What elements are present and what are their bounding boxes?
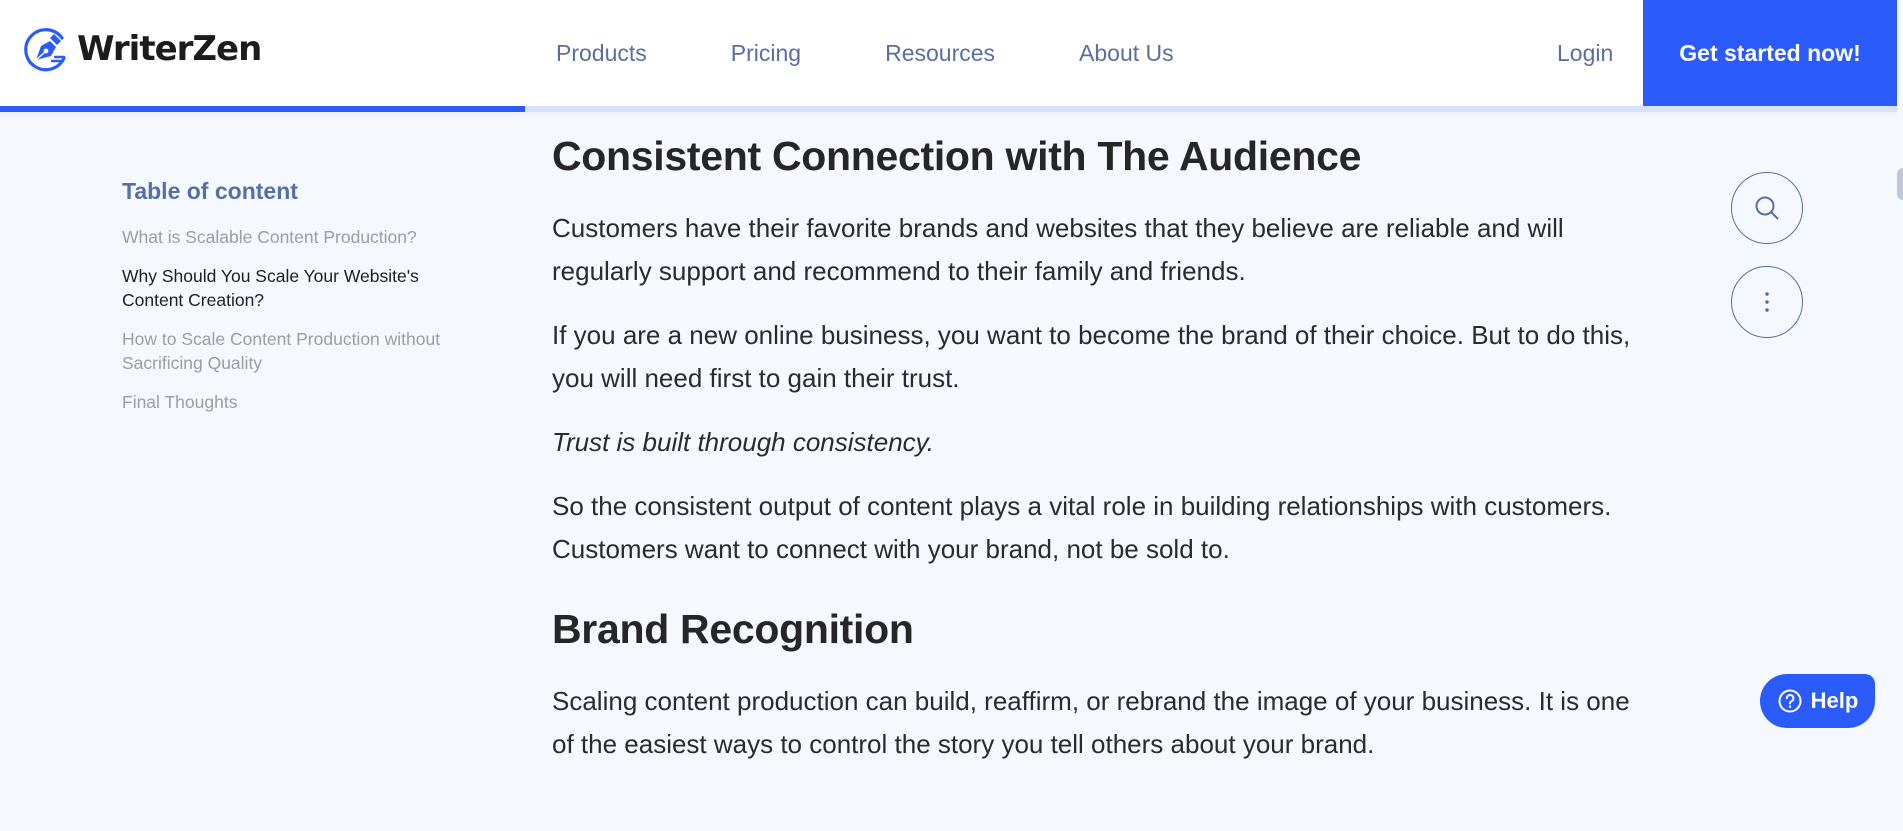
search-button[interactable] bbox=[1731, 172, 1803, 244]
help-label: Help bbox=[1810, 688, 1859, 713]
main-nav: Products Pricing Resources About Us bbox=[556, 0, 1258, 106]
toc-item[interactable]: What is Scalable Content Production? bbox=[122, 225, 472, 249]
brand-name: WriterZen bbox=[77, 29, 262, 69]
toc-item-active[interactable]: Why Should You Scale Your Website's Cont… bbox=[122, 264, 472, 312]
section-heading: Brand Recognition bbox=[552, 606, 914, 652]
paragraph: Scaling content production can build, re… bbox=[552, 686, 1630, 759]
page-scrollbar[interactable] bbox=[1897, 0, 1903, 831]
site-header: WriterZen Products Pricing Resources Abo… bbox=[0, 0, 1897, 106]
toc-item[interactable]: Final Thoughts bbox=[122, 390, 472, 414]
header-shadow bbox=[0, 112, 1897, 120]
toc-item[interactable]: How to Scale Content Production without … bbox=[122, 327, 472, 375]
get-started-button[interactable]: Get started now! bbox=[1643, 0, 1897, 106]
nav-item-resources[interactable]: Resources bbox=[885, 40, 995, 67]
more-vertical-icon bbox=[1765, 292, 1769, 312]
logo-link[interactable]: WriterZen bbox=[21, 24, 262, 74]
table-of-contents: Table of content What is Scalable Conten… bbox=[122, 178, 472, 429]
toc-title: Table of content bbox=[122, 178, 298, 204]
nav-item-products[interactable]: Products bbox=[556, 40, 647, 67]
pen-nib-logo-icon bbox=[24, 28, 66, 72]
scrollbar-thumb[interactable] bbox=[1897, 168, 1903, 200]
more-options-button[interactable] bbox=[1731, 266, 1803, 338]
section-heading: Consistent Connection with The Audience bbox=[552, 133, 1362, 179]
paragraph: Customers have their favorite brands and… bbox=[552, 213, 1564, 286]
article-body: Consistent Connection with The Audience … bbox=[552, 128, 1642, 766]
emphasis-paragraph: Trust is built through consistency. bbox=[552, 427, 934, 457]
nav-item-pricing[interactable]: Pricing bbox=[731, 40, 801, 67]
help-button[interactable]: Help bbox=[1760, 674, 1875, 728]
login-link[interactable]: Login bbox=[1557, 0, 1613, 106]
nav-item-about-us[interactable]: About Us bbox=[1079, 40, 1174, 67]
question-circle-icon bbox=[1778, 689, 1802, 713]
search-icon bbox=[1755, 196, 1779, 220]
paragraph: If you are a new online business, you wa… bbox=[552, 320, 1631, 393]
paragraph: So the consistent output of content play… bbox=[552, 491, 1612, 564]
